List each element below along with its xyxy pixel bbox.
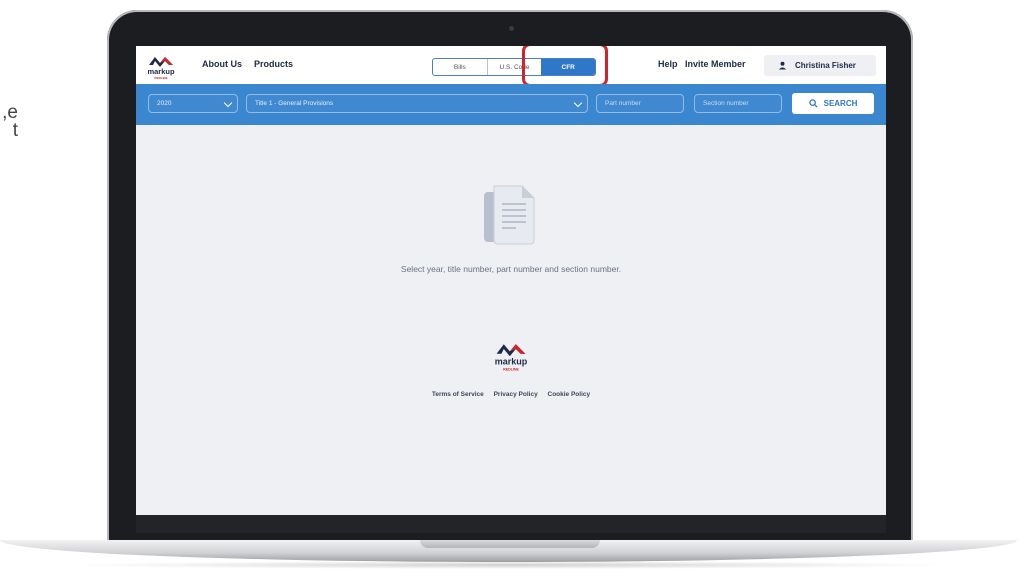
camera-dot: [509, 26, 514, 31]
tab-bills[interactable]: Bills: [433, 59, 487, 75]
user-menu-button[interactable]: Christina Fisher: [764, 55, 876, 76]
invite-member-link[interactable]: Invite Member: [685, 59, 746, 69]
markup-logo[interactable]: markup REDLINE: [146, 51, 176, 81]
laptop-base-notch: [420, 540, 600, 548]
search-button-label: SEARCH: [823, 99, 858, 108]
logo-word: markup: [147, 67, 175, 76]
footer-markup-logo[interactable]: markup REDLINE: [493, 337, 529, 373]
document-icon: [482, 182, 542, 252]
app-screen: markup REDLINE About Us Products Bills U…: [136, 46, 886, 515]
top-header: markup REDLINE About Us Products Bills U…: [136, 46, 886, 87]
privacy-policy-link[interactable]: Privacy Policy: [494, 391, 538, 398]
chevron-down-icon: [573, 98, 583, 108]
side-text-line-1: e,: [2, 104, 18, 122]
search-button[interactable]: SEARCH: [792, 93, 874, 114]
footer-logo-sub: REDLINE: [503, 368, 519, 372]
title-value: Title 1 - General Provisions: [255, 100, 334, 107]
cfr-highlight-box: [522, 46, 608, 87]
part-number-placeholder: Part number: [605, 100, 641, 107]
search-icon: [808, 99, 818, 108]
chevron-down-icon: [223, 98, 233, 108]
user-icon: [778, 57, 787, 75]
screen-bottom-bezel: [136, 515, 886, 533]
section-number-placeholder: Section number: [703, 100, 749, 107]
part-number-input[interactable]: Part number: [596, 94, 684, 113]
empty-state-message: Select year, title number, part number a…: [400, 264, 622, 274]
nav-products[interactable]: Products: [254, 59, 293, 69]
laptop-shadow: [60, 561, 960, 569]
side-text-line-2: t: [12, 122, 18, 140]
footer-logo-word: markup: [495, 357, 528, 367]
section-number-input[interactable]: Section number: [694, 94, 782, 113]
cropped-side-text: e, t: [0, 104, 18, 140]
logo-sub: REDLINE: [154, 76, 167, 80]
user-name: Christina Fisher: [795, 61, 856, 70]
title-select[interactable]: Title 1 - General Provisions: [246, 94, 588, 113]
year-value: 2020: [157, 100, 172, 107]
nav-about-us[interactable]: About Us: [202, 59, 242, 69]
year-select[interactable]: 2020: [148, 94, 238, 113]
search-bar: 2020 Title 1 - General Provisions Part n…: [136, 84, 886, 125]
terms-of-service-link[interactable]: Terms of Service: [432, 391, 484, 398]
footer-links: Terms of Service Privacy Policy Cookie P…: [136, 391, 886, 398]
cookie-policy-link[interactable]: Cookie Policy: [548, 391, 591, 398]
help-link[interactable]: Help: [658, 59, 678, 69]
